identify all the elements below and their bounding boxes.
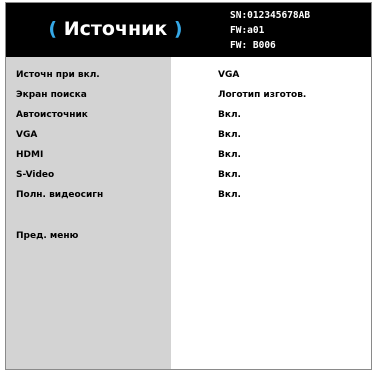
serial-number: SN:012345678AB bbox=[230, 10, 311, 21]
title-close-paren: ) bbox=[173, 18, 183, 40]
setting-value[interactable]: Вкл. bbox=[218, 165, 241, 185]
setting-label: Автоисточник bbox=[16, 110, 88, 120]
setting-row-composite-video[interactable]: Полн. видеосигн Вкл. bbox=[6, 185, 371, 205]
setting-label: Источн при вкл. bbox=[16, 70, 100, 80]
setting-label: HDMI bbox=[16, 150, 44, 160]
setting-row-autosource[interactable]: Автоисточник Вкл. bbox=[6, 105, 371, 125]
previous-menu-label: Пред. меню bbox=[16, 231, 79, 241]
setting-value[interactable]: Логотип изготов. bbox=[218, 85, 306, 105]
setting-value[interactable]: Вкл. bbox=[218, 125, 241, 145]
setting-row-search-screen[interactable]: Экран поиска Логотип изготов. bbox=[6, 85, 371, 105]
setting-row-startup-source[interactable]: Источн при вкл. VGA bbox=[6, 65, 371, 85]
setting-value[interactable]: Вкл. bbox=[218, 145, 241, 165]
setting-label: Экран поиска bbox=[16, 90, 87, 100]
title-text: Источник bbox=[63, 18, 168, 40]
setting-label: S-Video bbox=[16, 170, 55, 180]
setting-row-hdmi[interactable]: HDMI Вкл. bbox=[6, 145, 371, 165]
setting-value[interactable]: VGA bbox=[218, 65, 239, 85]
menu-title: ( Источник ) bbox=[18, 17, 213, 41]
firmware-build: FW: B006 bbox=[230, 40, 276, 51]
setting-label: Полн. видеосигн bbox=[16, 190, 104, 200]
setting-value[interactable]: Вкл. bbox=[218, 185, 241, 205]
setting-row-vga[interactable]: VGA Вкл. bbox=[6, 125, 371, 145]
setting-label: VGA bbox=[16, 130, 38, 140]
firmware-version: FW:a01 bbox=[230, 25, 265, 36]
setting-value[interactable]: Вкл. bbox=[218, 105, 241, 125]
setting-row-svideo[interactable]: S-Video Вкл. bbox=[6, 165, 371, 185]
title-open-paren: ( bbox=[48, 18, 58, 40]
osd-menu: ( Источник ) SN:012345678AB FW:a01 FW: B… bbox=[5, 2, 372, 370]
previous-menu-item[interactable]: Пред. меню bbox=[6, 226, 371, 246]
menu-header: ( Источник ) SN:012345678AB FW:a01 FW: B… bbox=[6, 3, 371, 57]
firmware-info: SN:012345678AB FW:a01 FW: B006 bbox=[230, 8, 310, 53]
